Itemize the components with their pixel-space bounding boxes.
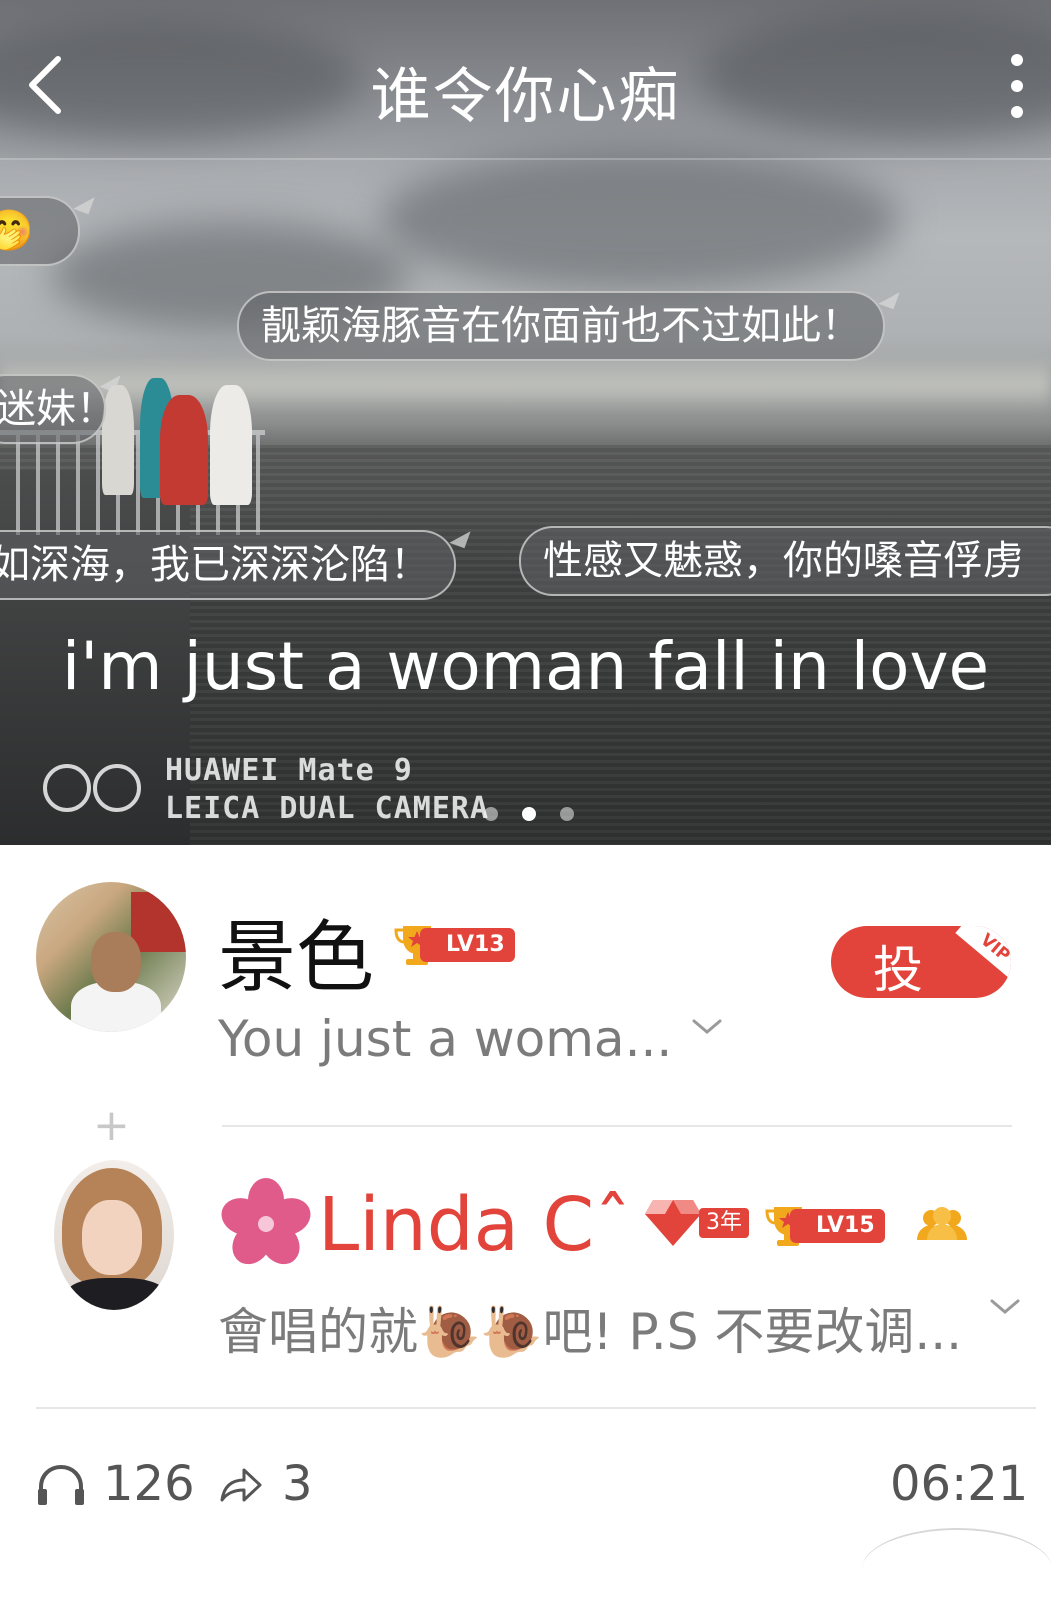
comment-snippet[interactable]: 會唱的就🐌🐌吧! P.S 不要改调... — [218, 1292, 962, 1364]
level-badge: LV15 — [790, 1209, 885, 1243]
play-button-edge[interactable] — [862, 1528, 1051, 1610]
danmaku-bubble: 靓颖海豚音在你面前也不过如此！ — [237, 286, 900, 361]
level-badge: LV13 — [420, 928, 515, 962]
page-title: 谁令你心痴 — [370, 62, 681, 132]
page-indicator — [484, 806, 598, 825]
flower-icon — [221, 1178, 311, 1265]
page-dot[interactable] — [560, 807, 574, 821]
leica-logo-icon — [43, 764, 143, 816]
diamond-year-icon — [645, 1200, 701, 1246]
chevron-down-icon[interactable] — [692, 1018, 722, 1036]
username[interactable]: Linda Cˆ — [318, 1182, 631, 1268]
duration: 06:21 — [890, 1456, 1029, 1512]
vote-button[interactable]: 投 VIP — [831, 926, 1011, 998]
plus-icon[interactable]: + — [93, 1100, 130, 1151]
danmaku-text: 性感又魅惑，你的嗓音俘虏 — [543, 538, 1023, 584]
danmaku-text: 靓颖海豚音在你面前也不过如此！ — [261, 303, 861, 349]
vip-ribbon: VIP — [955, 926, 1011, 985]
fisher-figure — [210, 385, 252, 505]
vote-button-label: 投 — [873, 941, 923, 998]
danmaku-bubble: 🤭 — [0, 191, 95, 266]
divider — [36, 1407, 1036, 1409]
danmaku-bubble: 性感又魅惑，你的嗓音俘虏 — [519, 526, 1051, 596]
year-badge: 3年 — [643, 1196, 749, 1252]
camera-watermark: HUAWEI Mate 9 LEICA DUAL CAMERA — [165, 752, 489, 828]
cloud — [380, 150, 900, 290]
danmaku-bubble: 如深海，我已深深沦陷！ — [0, 525, 471, 600]
username[interactable]: 景色 — [218, 895, 374, 1007]
chevron-down-icon[interactable] — [990, 1298, 1020, 1316]
page-dot-active[interactable] — [522, 807, 536, 821]
more-vertical-icon[interactable] — [1006, 54, 1028, 120]
page-dot[interactable] — [484, 807, 498, 821]
divider — [222, 1125, 1012, 1127]
comment-snippet[interactable]: You just a woma... — [218, 1010, 672, 1068]
year-badge-label: 3年 — [699, 1208, 749, 1238]
camera-watermark-line: LEICA DUAL CAMERA — [165, 791, 490, 826]
danmaku-text: 🤭 — [0, 208, 34, 254]
fans-group-icon — [917, 1207, 967, 1240]
lyric-line: i'm just a woman fall in love — [61, 628, 990, 705]
fisher-figure — [160, 395, 208, 505]
share-arrow-icon[interactable] — [218, 1466, 262, 1504]
share-count: 3 — [282, 1456, 313, 1512]
listen-count: 126 — [103, 1456, 195, 1512]
danmaku-text: 如深海，我已深深沦陷！ — [0, 542, 430, 588]
headphones-icon — [38, 1464, 84, 1505]
avatar[interactable] — [36, 882, 186, 1032]
hero-player[interactable]: 谁令你心痴 🤭 靓颖海豚音在你面前也不过如此！ 迷妹！ 如深海，我已深深沦陷！ … — [0, 0, 1051, 845]
camera-watermark-line: HUAWEI Mate 9 — [165, 753, 413, 788]
danmaku-bubble: 迷妹！ — [0, 369, 121, 444]
danmaku-text: 迷妹！ — [0, 386, 116, 432]
avatar[interactable] — [54, 1160, 174, 1310]
header-divider — [0, 158, 1051, 160]
